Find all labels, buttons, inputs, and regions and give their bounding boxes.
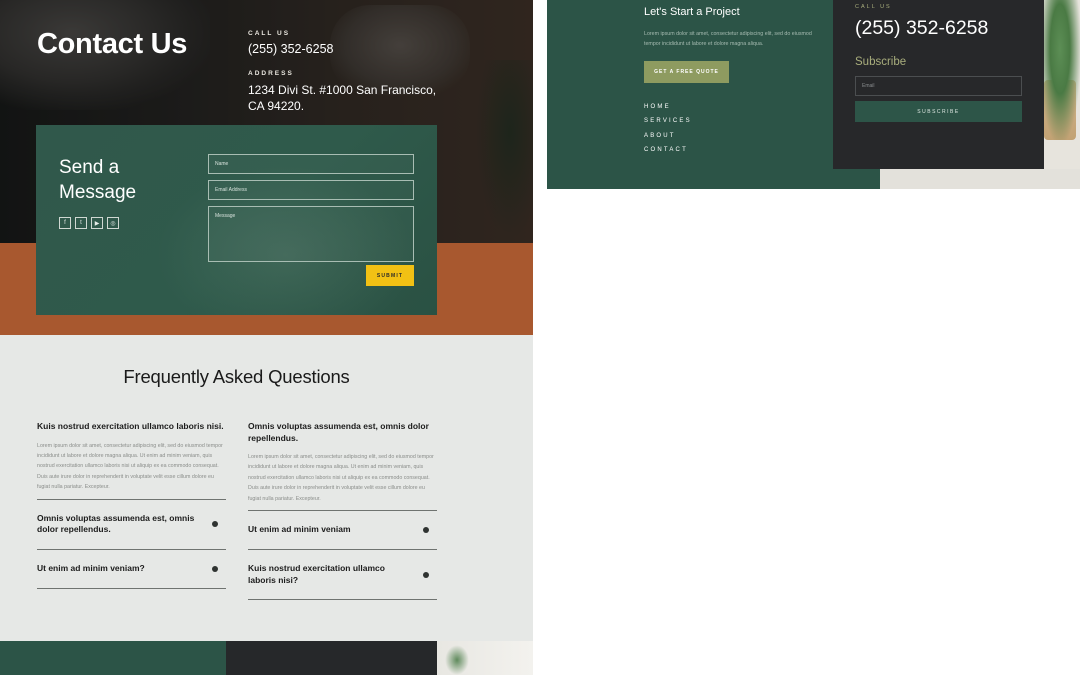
faq-question[interactable]: Kuis nostrud exercitation ullamco labori… bbox=[37, 421, 226, 433]
email-input[interactable]: Email Address bbox=[208, 180, 414, 200]
faq-question[interactable]: Omnis voluptas assumenda est, omnis dolo… bbox=[37, 513, 202, 536]
subscribe-button[interactable]: SUBSCRIBE bbox=[855, 101, 1022, 122]
faq-item[interactable]: Omnis voluptas assumenda est, omnis dolo… bbox=[37, 500, 226, 549]
faq-title: Frequently Asked Questions bbox=[123, 366, 350, 387]
youtube-icon[interactable]: ▶ bbox=[91, 217, 103, 229]
social-links: f t ▶ ◎ bbox=[59, 217, 119, 229]
footer-call-label: CALL US bbox=[855, 4, 892, 10]
faq-question[interactable]: Kuis nostrud exercitation ullamco labori… bbox=[248, 563, 413, 586]
faq-item[interactable]: Ut enim ad minim veniam bbox=[248, 511, 437, 549]
phone-number[interactable]: (255) 352-6258 bbox=[248, 42, 333, 56]
faq-divider bbox=[37, 587, 226, 589]
faq-answer: Lorem ipsum dolor sit amet, consectetur … bbox=[37, 442, 223, 491]
footer-photo-floor bbox=[880, 169, 1080, 189]
faq-question[interactable]: Ut enim ad minim veniam? bbox=[37, 563, 202, 575]
free-quote-button[interactable]: GET A FREE QUOTE bbox=[644, 61, 729, 83]
faq-answer: Lorem ipsum dolor sit amet, consectetur … bbox=[248, 454, 434, 502]
expand-toggle-icon[interactable] bbox=[212, 565, 218, 572]
instagram-icon[interactable]: ◎ bbox=[107, 217, 119, 229]
faq-column-left: Kuis nostrud exercitation ullamco labori… bbox=[37, 421, 226, 589]
faq-question[interactable]: Omnis voluptas assumenda est, omnis dolo… bbox=[248, 421, 437, 444]
address-label: ADDRESS bbox=[248, 70, 294, 77]
footer-nav-contact[interactable]: CONTACT bbox=[644, 147, 692, 161]
faq-section: Frequently Asked Questions Kuis nostrud … bbox=[0, 335, 533, 641]
footer-phone[interactable]: (255) 352-6258 bbox=[855, 17, 988, 40]
form-title: Send a Message bbox=[59, 157, 137, 203]
contact-form-card: Send a Message f t ▶ ◎ Name Email Addres… bbox=[36, 125, 437, 315]
call-us-label: CALL US bbox=[248, 30, 291, 37]
contact-page-preview: Contact Us CALL US (255) 352-6258 ADDRES… bbox=[0, 0, 533, 675]
expand-toggle-icon[interactable] bbox=[423, 571, 429, 578]
subscribe-email-input[interactable]: Email bbox=[855, 76, 1022, 96]
twitter-icon[interactable]: t bbox=[75, 217, 87, 229]
faq-item[interactable]: Kuis nostrud exercitation ullamco labori… bbox=[248, 550, 437, 599]
faq-question[interactable]: Ut enim ad minim veniam bbox=[248, 524, 413, 536]
footer-photo-strip bbox=[437, 641, 533, 675]
project-text: Lorem ipsum dolor sit amet, consectetur … bbox=[644, 31, 812, 48]
faq-item-open[interactable]: Omnis voluptas assumenda est, omnis dolo… bbox=[248, 421, 437, 504]
submit-button[interactable]: SUBMIT bbox=[366, 265, 414, 286]
subscribe-heading: Subscribe bbox=[855, 56, 907, 68]
plant-photo-area bbox=[1040, 0, 1080, 140]
name-input[interactable]: Name bbox=[208, 154, 414, 174]
project-heading: Let's Start a Project bbox=[644, 6, 740, 18]
footer-preview: Let's Start a Project Lorem ipsum dolor … bbox=[547, 0, 1080, 189]
page-title: Contact Us bbox=[37, 28, 188, 60]
faq-column-right: Omnis voluptas assumenda est, omnis dolo… bbox=[248, 421, 437, 601]
expand-toggle-icon[interactable] bbox=[212, 521, 218, 528]
faq-item-open[interactable]: Kuis nostrud exercitation ullamco labori… bbox=[37, 421, 226, 493]
footer-nav-home[interactable]: HOME bbox=[644, 104, 692, 118]
footer-dark-strip bbox=[226, 641, 437, 675]
expand-toggle-icon[interactable] bbox=[423, 527, 429, 534]
footer-nav-about[interactable]: ABOUT bbox=[644, 133, 692, 147]
faq-divider bbox=[248, 599, 437, 601]
footer-nav-services[interactable]: SERVICES bbox=[644, 118, 692, 132]
faq-item[interactable]: Ut enim ad minim veniam? bbox=[37, 550, 226, 588]
footer-nav: HOME SERVICES ABOUT CONTACT bbox=[644, 104, 692, 161]
address-text: 1234 Divi St. #1000 San Francisco, CA 94… bbox=[248, 83, 437, 113]
facebook-icon[interactable]: f bbox=[59, 217, 71, 229]
plant-photo-area bbox=[445, 645, 469, 675]
message-textarea[interactable]: Message bbox=[208, 206, 414, 262]
